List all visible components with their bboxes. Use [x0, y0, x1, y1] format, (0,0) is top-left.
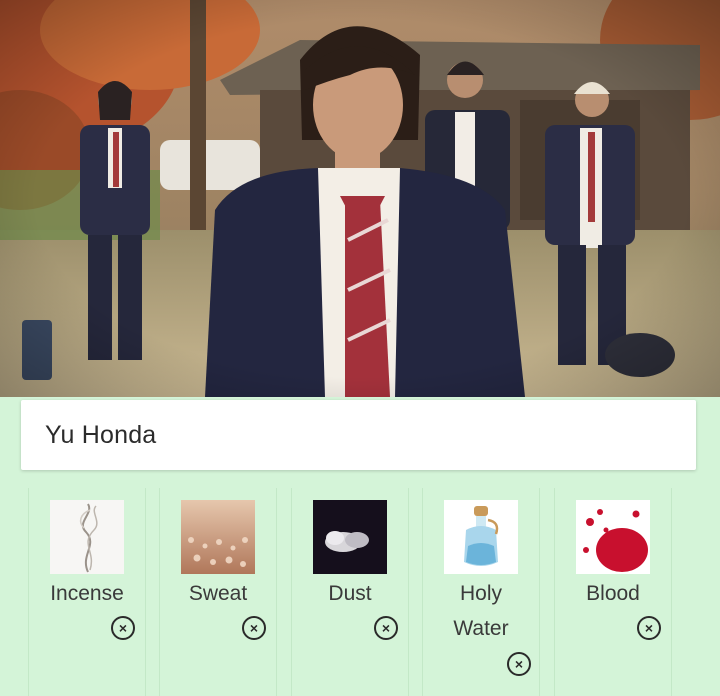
remove-icon[interactable]: ×	[637, 616, 661, 640]
tile-label: Blood	[586, 582, 640, 605]
blood-splatter-image	[576, 500, 650, 574]
remove-icon[interactable]: ×	[111, 616, 135, 640]
remove-icon[interactable]: ×	[507, 652, 531, 676]
name-card[interactable]: Yu Honda	[21, 400, 696, 470]
profile-name: Yu Honda	[45, 420, 157, 449]
remove-icon[interactable]: ×	[374, 616, 398, 640]
tile-label-line: Holy	[459, 582, 502, 605]
hero-photo	[0, 0, 720, 397]
tile-label: Sweat	[188, 582, 248, 605]
dust-cloud-image	[313, 500, 387, 574]
holy-water-bottle-image	[444, 500, 518, 574]
element-tiles: Incense × Sweat × Dust × Holy Water × Bl…	[0, 488, 720, 696]
tile-incense[interactable]: Incense ×	[28, 488, 146, 696]
tile-label-line: Water	[453, 617, 509, 640]
tile-label: Holy Water	[423, 576, 539, 646]
tile-label: Dust	[328, 582, 372, 605]
tile-sweat[interactable]: Sweat ×	[159, 488, 277, 696]
sweat-droplets-image	[181, 500, 255, 574]
remove-icon[interactable]: ×	[242, 616, 266, 640]
tile-dust[interactable]: Dust ×	[291, 488, 409, 696]
tile-label: Incense	[50, 582, 124, 605]
tile-blood[interactable]: Blood ×	[554, 488, 672, 696]
incense-smoke-image	[50, 500, 124, 574]
tile-holy-water[interactable]: Holy Water ×	[422, 488, 540, 696]
